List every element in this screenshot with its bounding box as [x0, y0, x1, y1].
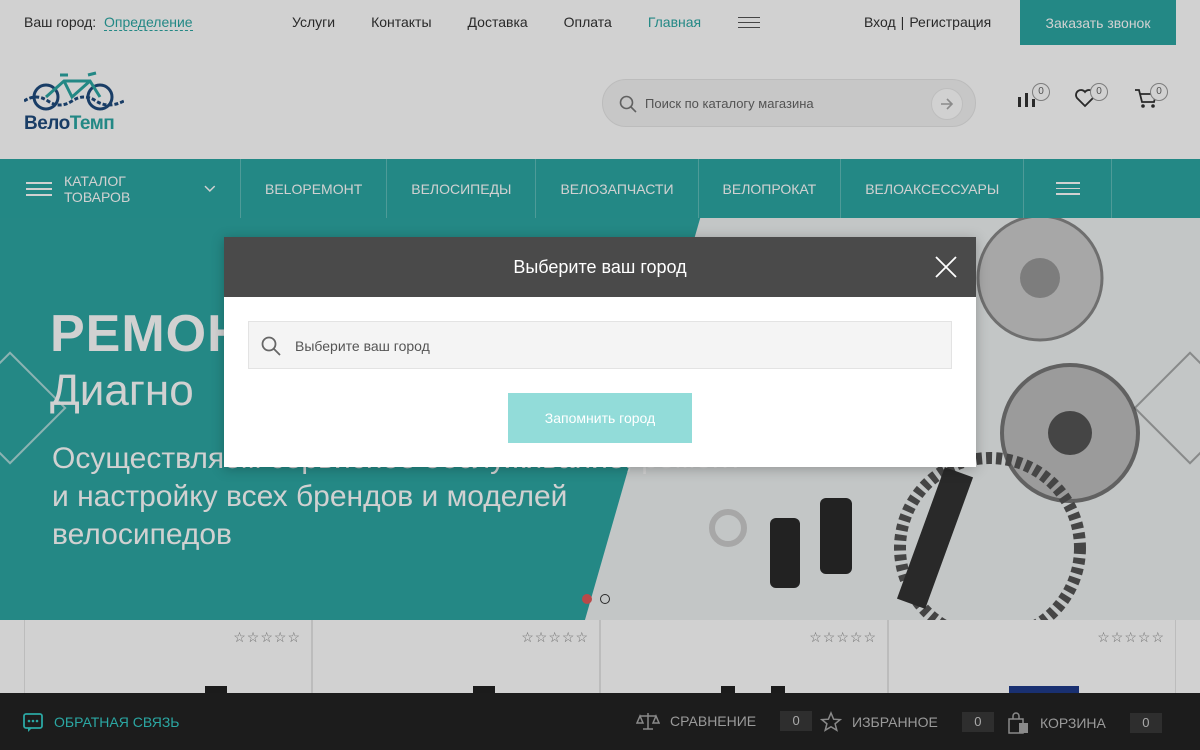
bottom-favorites-button[interactable]: ИЗБРАННОЕ 0	[820, 711, 994, 733]
chat-icon	[23, 713, 43, 732]
city-search-input[interactable]	[295, 333, 935, 359]
bottom-compare-count: 0	[780, 711, 813, 731]
bottom-bar: ОБРАТНАЯ СВЯЗЬ СРАВНЕНИЕ 0 ИЗБРАННОЕ 0 К…	[0, 693, 1200, 750]
save-city-button[interactable]: Запомнить город	[508, 393, 692, 443]
scales-icon	[636, 713, 660, 730]
bottom-compare-button[interactable]: СРАВНЕНИЕ 0	[636, 711, 813, 731]
shopping-bag-icon	[1008, 712, 1028, 734]
bottom-cart-count: 0	[1129, 713, 1162, 733]
city-select-modal: Выберите ваш город Запомнить город	[224, 237, 976, 467]
bottom-cart-label: КОРЗИНА	[1040, 715, 1106, 731]
modal-title: Выберите ваш город	[513, 256, 687, 277]
feedback-label: ОБРАТНАЯ СВЯЗЬ	[54, 714, 180, 730]
bottom-favorites-label: ИЗБРАННОЕ	[852, 714, 938, 730]
feedback-button[interactable]: ОБРАТНАЯ СВЯЗЬ	[22, 711, 179, 733]
bottom-favorites-count: 0	[961, 712, 994, 732]
bottom-compare-label: СРАВНЕНИЕ	[670, 713, 757, 729]
search-icon	[261, 336, 281, 356]
city-search	[248, 321, 952, 369]
star-icon	[820, 711, 842, 732]
modal-header: Выберите ваш город	[224, 237, 976, 297]
close-icon[interactable]	[934, 255, 958, 279]
bottom-cart-button[interactable]: КОРЗИНА 0	[1006, 711, 1162, 735]
